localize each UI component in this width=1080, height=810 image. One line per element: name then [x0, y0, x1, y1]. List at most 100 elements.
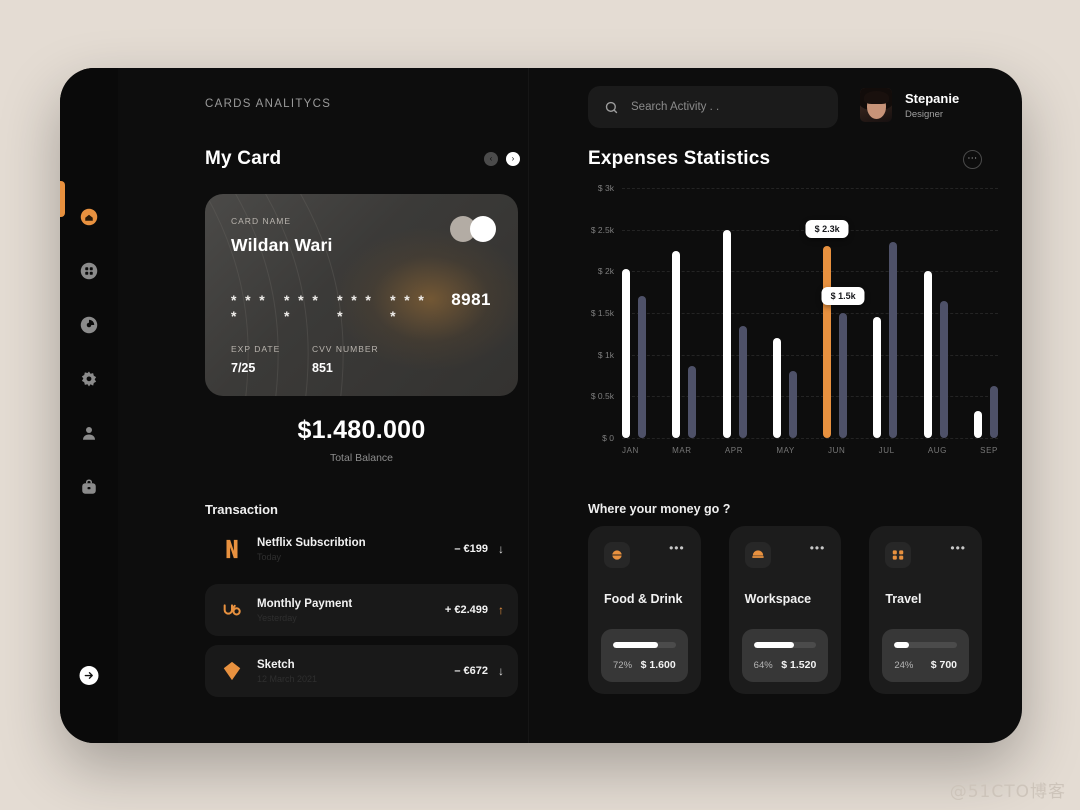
chart-tooltip: $ 2.3k — [805, 220, 849, 239]
card-mask-1: * * * * — [231, 292, 268, 324]
sidebar-item-profile[interactable] — [60, 406, 118, 460]
chart-bar-group — [772, 188, 797, 438]
spend-amount: $ 1.520 — [781, 659, 817, 671]
spend-card-values: 72% $ 1.600 — [613, 659, 676, 671]
card-mask-3: * * * * — [337, 292, 374, 324]
chart-bar[interactable] — [688, 365, 697, 438]
spend-card-stats: 72% $ 1.600 — [601, 629, 688, 682]
card-last4: 8981 — [451, 290, 492, 309]
progress-track — [753, 642, 817, 648]
card-exp-label: EXP DATE — [231, 344, 281, 354]
transactions-title: Transaction — [205, 502, 278, 517]
credit-card[interactable]: CARD NAME Wildan Wari * * * * * * * * * … — [205, 194, 518, 396]
chart-bar[interactable] — [923, 271, 932, 438]
card-network-logo — [450, 216, 496, 242]
chart-bar[interactable] — [738, 325, 747, 438]
sidebar — [60, 68, 118, 743]
chart-plot-area: $ 2.3k $ 1.5k — [622, 188, 998, 438]
transaction-amount: – €672 — [454, 665, 488, 677]
transaction-name: Netflix Subscribtion — [257, 536, 366, 549]
spend-card-title: Workspace — [744, 592, 812, 606]
search-input[interactable] — [631, 101, 822, 113]
chart-bar-group — [722, 188, 747, 438]
brand-label: CARDS ANALITYCS — [205, 98, 332, 110]
avatar — [860, 88, 892, 122]
transaction-name: Monthly Payment — [257, 597, 353, 610]
chart-bar[interactable]: $ 2.3k — [805, 220, 849, 438]
search-box[interactable] — [588, 86, 838, 128]
balance-amount: $1.480.000 — [297, 416, 426, 444]
chart-bar-group — [923, 188, 948, 438]
chart-bar[interactable] — [622, 268, 630, 438]
chart-bar[interactable] — [672, 250, 681, 438]
search-icon — [604, 100, 619, 115]
transaction-name: Sketch — [257, 658, 295, 671]
transaction-row[interactable]: Netflix Subscribtion Today – €199 ↓ — [205, 523, 518, 575]
my-card-title: My Card — [205, 148, 282, 169]
chart-x-axis: JAN MAR APR MAY JUN JUL AUG SEP — [622, 446, 998, 455]
sidebar-logout-button[interactable] — [79, 666, 99, 685]
chart-bar[interactable] — [772, 338, 781, 438]
progress-fill — [894, 642, 910, 648]
sidebar-item-grid[interactable] — [60, 244, 118, 298]
chart-bar[interactable] — [873, 317, 882, 438]
spend-card-header: ••• — [744, 542, 826, 568]
chart-bar-group: $ 2.3k $ 1.5k — [805, 188, 865, 438]
chart-bar-group — [672, 188, 697, 438]
spend-card-more-button[interactable]: ••• — [810, 542, 826, 554]
card-name-label: CARD NAME — [231, 216, 292, 226]
spend-percent: 64% — [753, 659, 773, 671]
sidebar-item-home[interactable] — [60, 190, 118, 244]
chart-bar[interactable] — [939, 300, 948, 438]
transaction-row[interactable]: Monthly Payment Yesterday + €2.499 ↑ — [205, 584, 518, 636]
spend-card-more-button[interactable]: ••• — [669, 542, 685, 554]
chart-bar[interactable] — [989, 386, 998, 438]
spend-card-values: 64% $ 1.520 — [754, 659, 817, 671]
chart-x-tick: JUL — [878, 446, 895, 455]
my-card-header: My Card ‹ › — [205, 148, 520, 170]
chart-bar[interactable] — [788, 371, 797, 438]
profile-chip[interactable]: Stepanie Designer — [860, 88, 959, 122]
chart-x-tick: SEP — [980, 446, 998, 455]
spend-card[interactable]: ••• Travel 24% $ 700 — [869, 526, 983, 694]
progress-track — [613, 642, 676, 648]
spend-card-more-button[interactable]: ••• — [950, 542, 966, 554]
spend-card-header: ••• — [604, 542, 685, 568]
home-icon — [80, 208, 98, 226]
profile-role: Designer — [905, 108, 944, 120]
transaction-direction-icon: ↓ — [498, 664, 504, 678]
spend-card[interactable]: ••• Workspace 64% $ 1.520 — [728, 526, 842, 694]
chart-x-tick: JUN — [828, 446, 846, 455]
chart-bar[interactable] — [638, 296, 646, 438]
transaction-date: Today — [257, 551, 282, 562]
spend-card[interactable]: ••• Food & Drink 72% $ 1.600 — [588, 526, 701, 694]
spend-card-values: 24% $ 700 — [894, 659, 957, 671]
transaction-amount: + €2.499 — [444, 604, 488, 616]
chart-y-tick: $ 0 — [602, 433, 614, 443]
card-holder-name: Wildan Wari — [231, 235, 333, 255]
transaction-amount-group: – €672 ↓ — [454, 665, 504, 677]
progress-fill — [613, 642, 659, 648]
pie-chart-icon — [80, 316, 98, 334]
chart-bar[interactable] — [889, 242, 898, 438]
chart-bar-group — [973, 188, 998, 438]
chart-bar[interactable]: $ 1.5k — [821, 287, 865, 438]
card-prev-button[interactable]: ‹ — [484, 152, 498, 166]
sidebar-items — [60, 190, 118, 514]
profile-name: Stepanie — [905, 90, 960, 106]
sidebar-item-analytics[interactable] — [60, 298, 118, 352]
sidebar-item-wallet[interactable] — [60, 460, 118, 514]
spend-card-title: Food & Drink — [604, 592, 683, 606]
card-next-button[interactable]: › — [506, 152, 520, 166]
spend-amount: $ 1.600 — [640, 659, 676, 671]
spend-card-stats: 64% $ 1.520 — [741, 629, 829, 682]
chart-bar[interactable] — [973, 410, 982, 438]
money-section-title: Where your money go ? — [588, 502, 731, 516]
chart-bar[interactable] — [722, 229, 731, 438]
expenses-more-button[interactable]: ⋯ — [963, 149, 982, 169]
transaction-row[interactable]: Sketch 12 March 2021 – €672 ↓ — [205, 645, 518, 697]
sidebar-item-settings[interactable] — [60, 352, 118, 406]
balance-label: Total Balance — [329, 452, 394, 464]
progress-track — [894, 642, 958, 648]
user-icon — [80, 424, 98, 442]
